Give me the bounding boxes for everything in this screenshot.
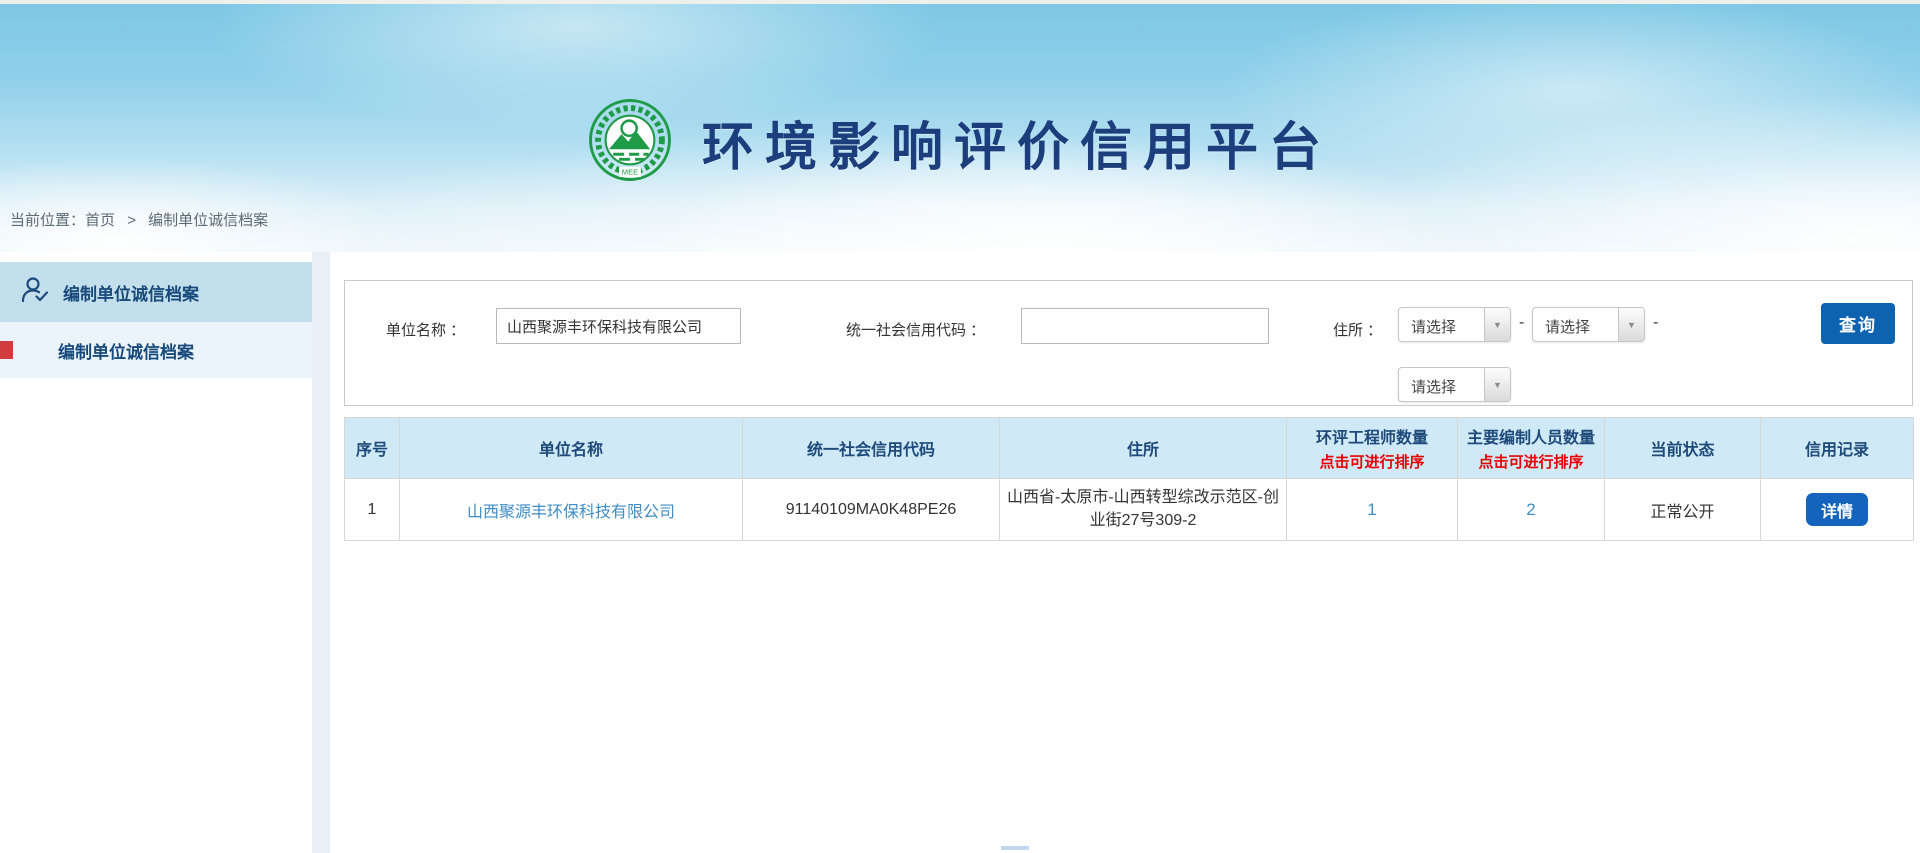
city-select[interactable]: 请选择 ▼: [1532, 307, 1645, 342]
detail-button[interactable]: 详情: [1806, 493, 1868, 526]
breadcrumb: 当前位置：首页 > 编制单位诚信档案: [10, 209, 268, 230]
header-unit-name: 单位名称: [400, 418, 743, 479]
breadcrumb-prefix: 当前位置：: [10, 212, 85, 229]
address-dash-2: -: [1653, 314, 1658, 332]
engineer-sort-hint: 点击可进行排序: [1287, 451, 1457, 472]
header-address: 住所: [1000, 418, 1287, 479]
breadcrumb-current: 编制单位诚信档案: [148, 212, 268, 229]
credit-code-input[interactable]: [1021, 308, 1269, 344]
chevron-down-icon[interactable]: ▼: [1484, 368, 1510, 401]
status-value: 正常公开: [1605, 479, 1761, 541]
sidebar-group-header[interactable]: 编制单位诚信档案: [0, 262, 312, 322]
district-select-value: 请选择: [1399, 368, 1484, 401]
province-select[interactable]: 请选择 ▼: [1398, 307, 1511, 342]
brand: MEE 环境影响评价信用平台: [588, 98, 1332, 187]
sidebar-item-label: 编制单位诚信档案: [0, 338, 194, 363]
chevron-down-icon[interactable]: ▼: [1484, 308, 1510, 341]
sidebar-divider: [312, 252, 330, 853]
user-check-icon: [20, 275, 50, 310]
header-credit-record: 信用记录: [1761, 418, 1914, 479]
credit-code-label: 统一社会信用代码 ：: [846, 319, 985, 340]
table-header-row: 序号 单位名称 统一社会信用代码 住所 环评工程师数量 点击可进行排序 主要编制…: [345, 418, 1914, 479]
header-staff-count-label: 主要编制人员数量: [1458, 424, 1604, 448]
sidebar-group-label: 编制单位诚信档案: [63, 280, 199, 305]
chevron-down-icon[interactable]: ▼: [1618, 308, 1644, 341]
staff-sort-hint: 点击可进行排序: [1458, 451, 1604, 472]
results-table: 序号 单位名称 统一社会信用代码 住所 环评工程师数量 点击可进行排序 主要编制…: [344, 417, 1914, 541]
unit-name-input[interactable]: [496, 308, 741, 344]
district-select[interactable]: 请选择 ▼: [1398, 367, 1511, 402]
breadcrumb-home-link[interactable]: 首页: [85, 212, 115, 229]
page: MEE 环境影响评价信用平台 当前位置：首页 > 编制单位诚信档案: [0, 0, 1920, 853]
sky-banner: MEE 环境影响评价信用平台 当前位置：首页 > 编制单位诚信档案: [0, 0, 1920, 252]
header-engineer-count-label: 环评工程师数量: [1287, 424, 1457, 448]
header-index: 序号: [345, 418, 400, 479]
query-button[interactable]: 查询: [1821, 303, 1895, 344]
header-engineer-count-sort[interactable]: 环评工程师数量 点击可进行排序: [1287, 418, 1458, 479]
staff-count-link[interactable]: 2: [1526, 500, 1535, 519]
sidebar-item-credit-archive[interactable]: 编制单位诚信档案: [0, 322, 312, 378]
engineer-count-link[interactable]: 1: [1367, 500, 1376, 519]
unit-name-link[interactable]: 山西聚源丰环保科技有限公司: [467, 504, 675, 521]
province-select-value: 请选择: [1399, 308, 1484, 341]
city-select-value: 请选择: [1533, 308, 1618, 341]
row-index: 1: [345, 479, 400, 541]
header-status: 当前状态: [1605, 418, 1761, 479]
table-row: 1 山西聚源丰环保科技有限公司 91140109MA0K48PE26 山西省-太…: [345, 479, 1914, 541]
breadcrumb-separator: >: [127, 212, 136, 229]
header-staff-count-sort[interactable]: 主要编制人员数量 点击可进行排序: [1458, 418, 1605, 479]
content-area: 编制单位诚信档案 编制单位诚信档案 单位名称 ： 统一社会信用代码 ： 住所 ：…: [0, 252, 1920, 853]
header-credit-code: 统一社会信用代码: [743, 418, 1000, 479]
address-value: 山西省-太原市-山西转型综改示范区-创业街27号309-2: [1000, 479, 1287, 541]
page-title: 环境影响评价信用平台: [702, 105, 1332, 180]
logo-mee-text: MEE: [622, 167, 638, 176]
banner-top-strip: [0, 0, 1920, 4]
unit-name-label: 单位名称 ：: [386, 319, 465, 340]
credit-code-value: 91140109MA0K48PE26: [743, 479, 1000, 541]
main-panel: 单位名称 ： 统一社会信用代码 ： 住所 ： 请选择 ▼ - 请选择 ▼ - 请…: [330, 252, 1920, 853]
sidebar: 编制单位诚信档案 编制单位诚信档案: [0, 262, 312, 378]
search-form-panel: 单位名称 ： 统一社会信用代码 ： 住所 ： 请选择 ▼ - 请选择 ▼ - 请…: [344, 280, 1913, 406]
active-item-marker: [0, 341, 13, 359]
address-label: 住所 ：: [1333, 319, 1382, 340]
page-bottom-artifact: [1001, 846, 1029, 850]
address-dash-1: -: [1519, 314, 1524, 332]
mee-logo-icon: MEE: [588, 98, 672, 187]
